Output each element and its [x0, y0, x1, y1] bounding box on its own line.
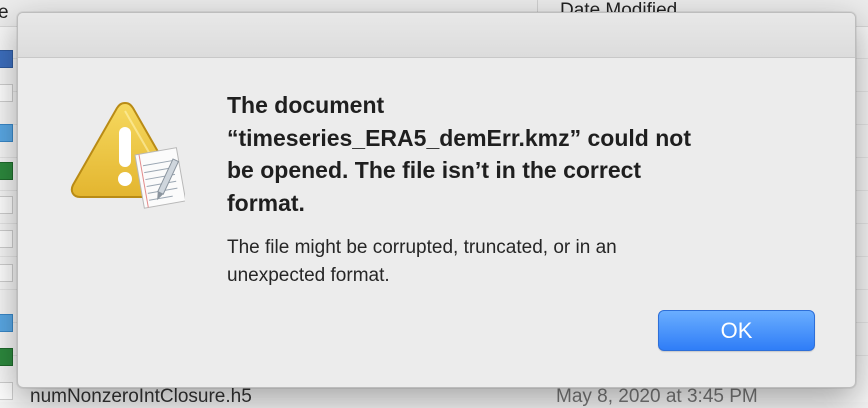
file-icon[interactable]	[0, 382, 13, 400]
file-icon[interactable]	[0, 196, 13, 214]
file-name[interactable]: numNonzeroIntClosure.h5	[30, 386, 252, 408]
spreadsheet-file-icon[interactable]	[0, 162, 13, 180]
file-icon[interactable]	[0, 84, 13, 102]
folder-icon[interactable]	[0, 124, 13, 142]
dialog-title-bar	[18, 13, 855, 58]
dialog-title-text: The document “timeseries_ERA5_demErr.kmz…	[227, 92, 691, 216]
dialog-message-text: The file might be corrupted, truncated, …	[227, 237, 617, 286]
alert-dialog: The document “timeseries_ERA5_demErr.kmz…	[17, 12, 856, 388]
file-icon[interactable]	[0, 264, 13, 282]
name-column-header[interactable]: e	[0, 2, 9, 24]
file-icon[interactable]	[0, 230, 13, 248]
caution-with-document-icon	[65, 97, 187, 217]
file-date-modified: May 8, 2020 at 3:45 PM	[556, 386, 758, 407]
ok-button[interactable]: OK	[658, 310, 815, 351]
kmz-file-icon[interactable]	[0, 50, 13, 68]
app-file-icon[interactable]	[0, 348, 13, 366]
folder-icon[interactable]	[0, 314, 13, 332]
